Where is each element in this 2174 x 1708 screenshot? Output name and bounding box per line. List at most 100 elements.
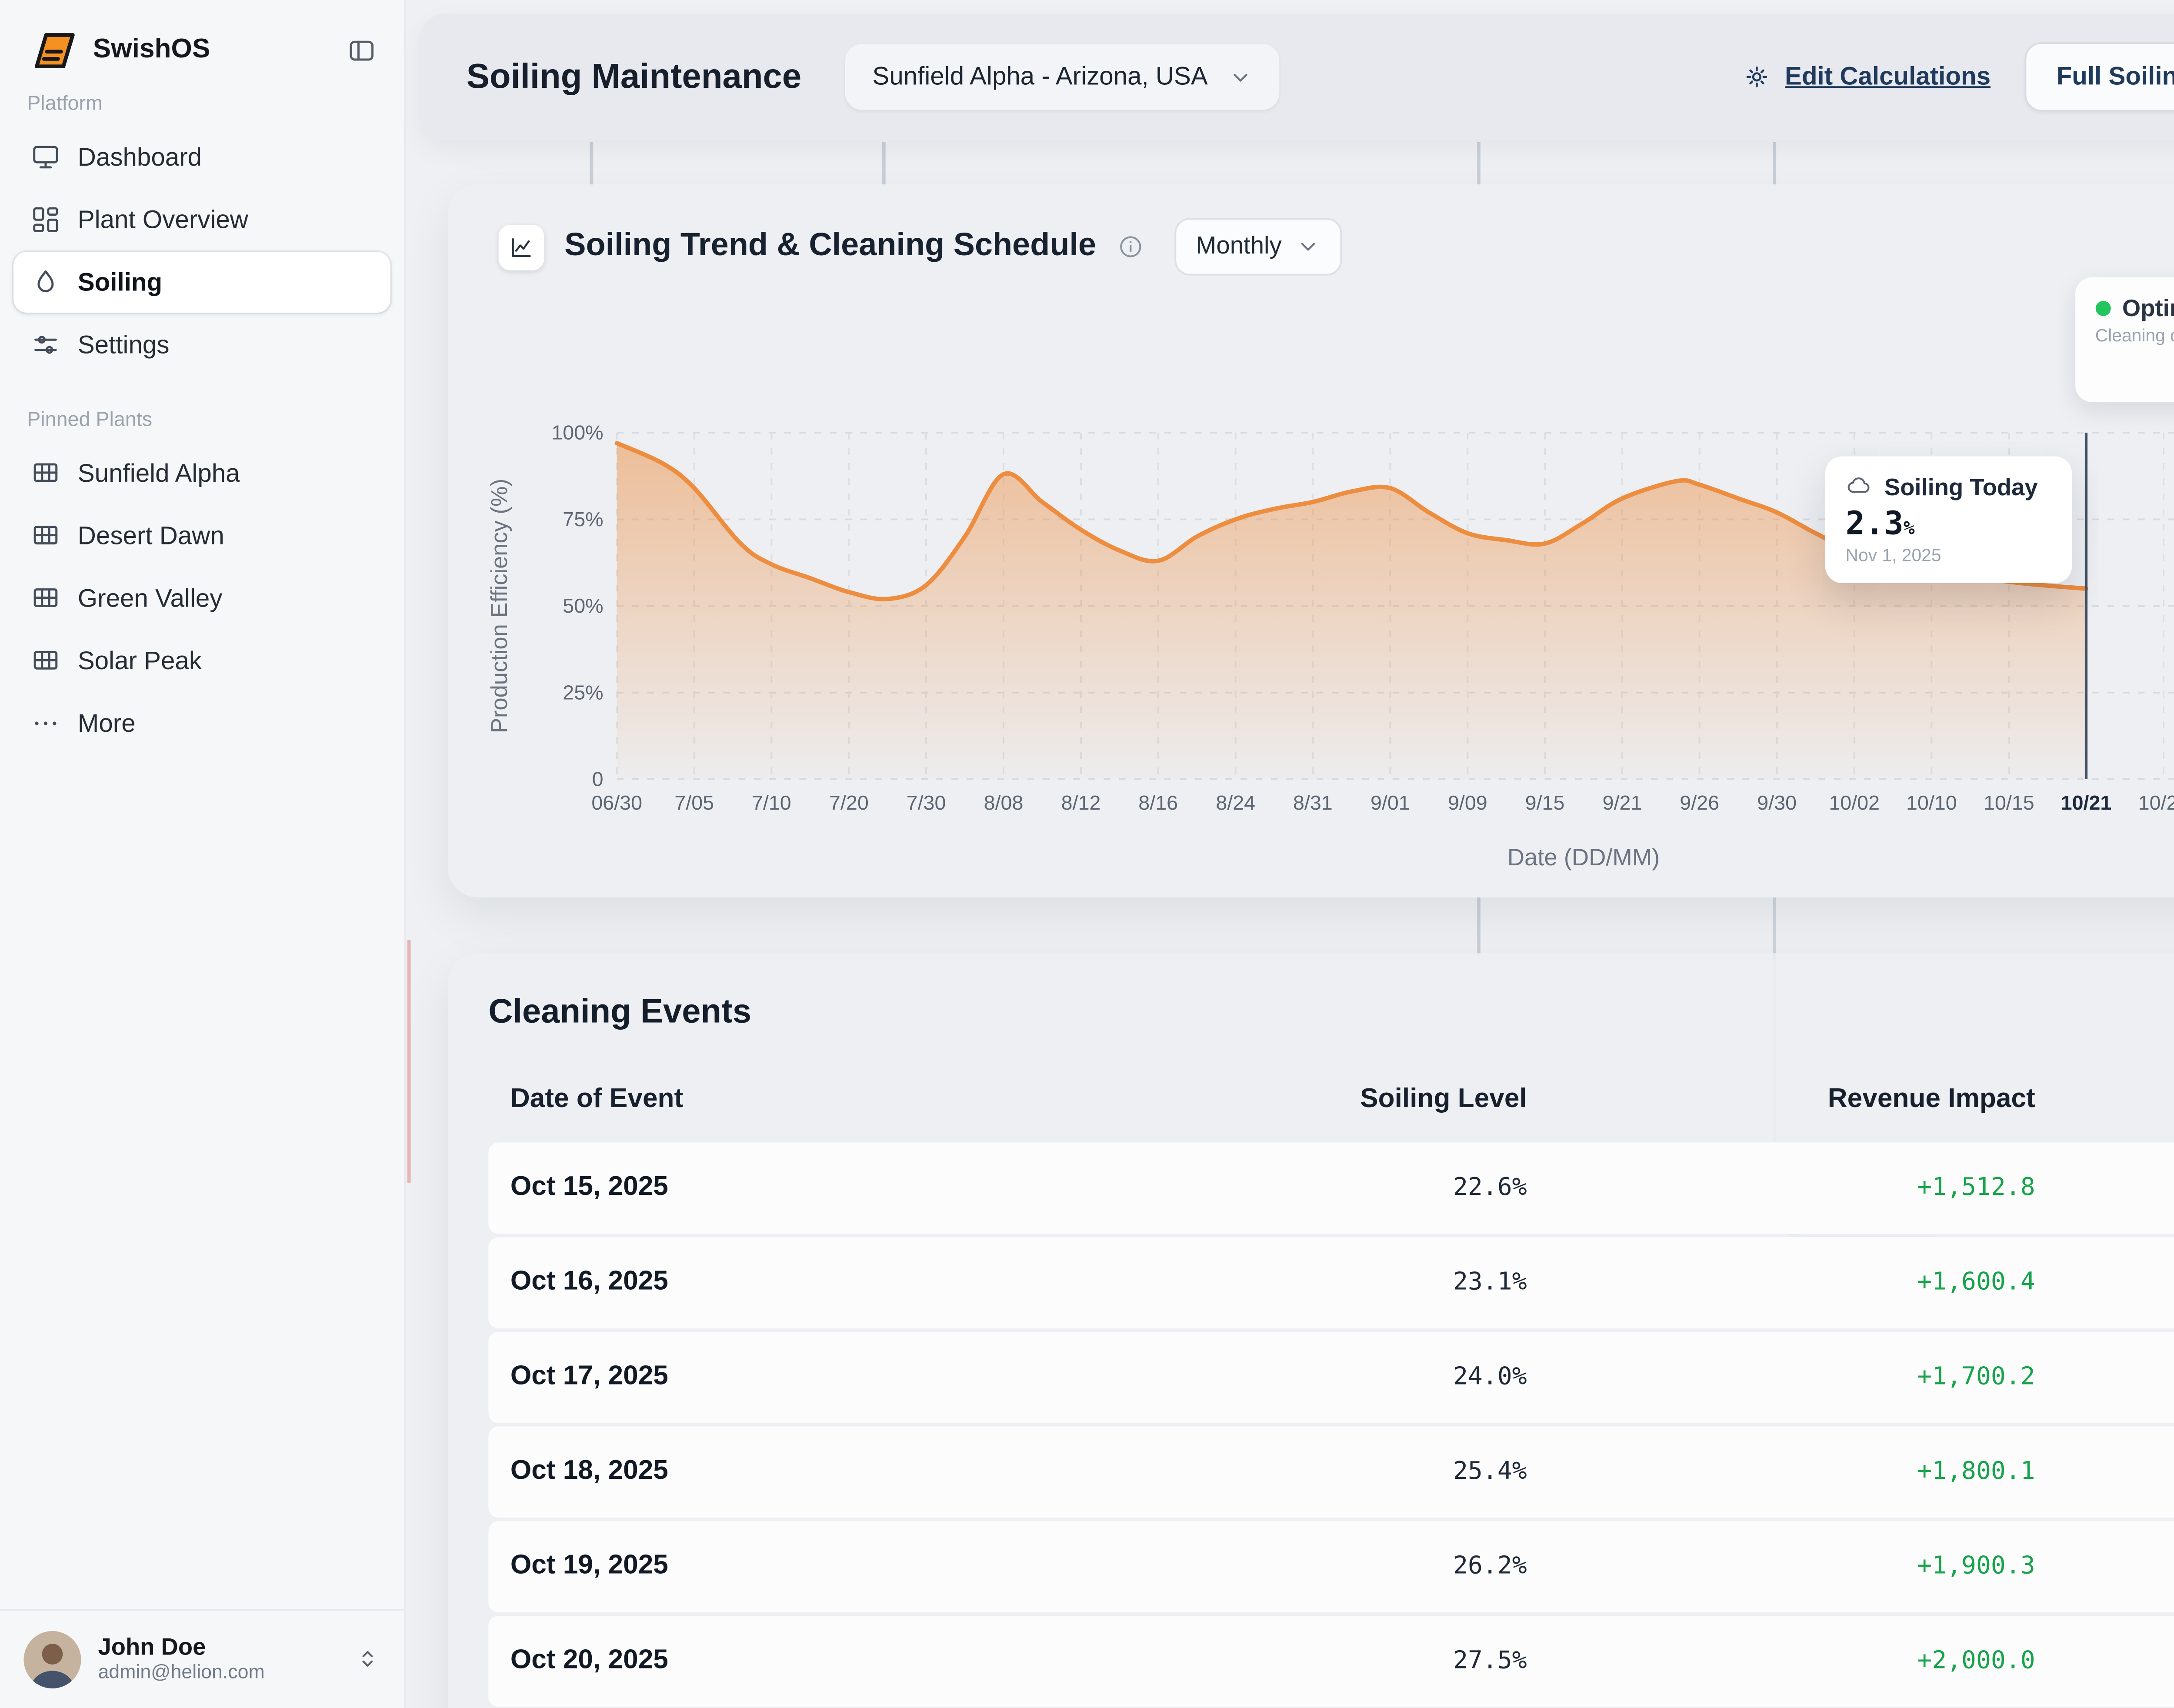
svg-text:7/10: 7/10 [752, 791, 791, 814]
cleaning-events-table: Date of Event Soiling Level Revenue Impa… [488, 1065, 2174, 1707]
solar-panel-icon [30, 646, 61, 676]
sidebar-plant-sunfield-alpha[interactable]: Sunfield Alpha [13, 443, 390, 504]
svg-text:8/24: 8/24 [1216, 791, 1255, 814]
column-cleaning-effectiveness: Cleaning Effectiveness [2035, 1085, 2174, 1115]
event-revenue-impact: +1,800.1 [1527, 1458, 2035, 1485]
sidebar-item-dashboard[interactable]: Dashboard [13, 127, 390, 188]
event-revenue-impact: +1,900.3 [1527, 1553, 2035, 1580]
user-avatar [23, 1630, 81, 1688]
sidebar: SwishOS Platform DashboardPlant Overview… [0, 0, 406, 1708]
plant-selector-dropdown[interactable]: Sunfield Alpha - Arizona, USA [845, 44, 1279, 110]
sidebar-item-settings[interactable]: Settings [13, 314, 390, 375]
cleaning-event-row[interactable]: Oct 17, 202524.0%+1,700.297% [488, 1332, 2174, 1423]
page-title: Soiling Maintenance [467, 57, 801, 97]
event-soiling-level: 25.4% [1222, 1458, 1527, 1485]
svg-text:9/15: 9/15 [1525, 791, 1565, 814]
event-date: Oct 17, 2025 [510, 1362, 1222, 1393]
sidebar-item-soiling[interactable]: Soiling [13, 252, 390, 313]
svg-text:10/15: 10/15 [1984, 791, 2034, 814]
svg-text:10/10: 10/10 [1906, 791, 1957, 814]
plant-item-label: Desert Dawn [78, 521, 224, 550]
cleaning-event-row[interactable]: Oct 16, 202523.1%+1,600.498% [488, 1237, 2174, 1328]
edit-calculations-link[interactable]: Edit Calculations [1743, 63, 1991, 91]
svg-text:10/21: 10/21 [2061, 791, 2112, 814]
cleaning-event-row[interactable]: Oct 20, 202527.5%+2,000.094% [488, 1616, 2174, 1707]
dashboard-icon [30, 142, 61, 172]
chart-header: Soiling Trend & Cleaning Schedule Monthl… [499, 218, 1343, 275]
sidebar-plant-solar-peak[interactable]: Solar Peak [13, 630, 390, 691]
user-email: admin@helion.com [98, 1661, 264, 1686]
optimized-cost-dot [2095, 300, 2111, 315]
svg-text:50%: 50% [563, 594, 603, 617]
cleaning-event-row[interactable]: Oct 19, 202526.2%+1,900.395% [488, 1521, 2174, 1612]
optimized-cost-subtitle: Cleaning on: 10/31/25 [2095, 326, 2174, 347]
event-soiling-level: 23.1% [1222, 1269, 1527, 1296]
svg-text:9/09: 9/09 [1448, 791, 1487, 814]
chevrons-up-down-icon [355, 1646, 380, 1671]
cleaning-event-row[interactable]: Oct 15, 202522.6%+1,512.899% [488, 1143, 2174, 1234]
svg-text:9/26: 9/26 [1680, 791, 1719, 814]
sidebar-plant-green-valley[interactable]: Green Valley [13, 568, 390, 629]
event-soiling-level: 27.5% [1222, 1648, 1527, 1675]
sidebar-header: SwishOS [0, 0, 404, 73]
svg-text:8/16: 8/16 [1138, 791, 1178, 814]
user-name: John Doe [98, 1632, 264, 1661]
period-value: Monthly [1196, 233, 1281, 260]
tooltip-value: 2.3 [1845, 505, 1903, 543]
pinned-plants-nav: Sunfield Alpha Desert Dawn Green Valley Sol… [0, 443, 404, 693]
sidebar-collapse-button[interactable] [343, 32, 380, 70]
sidebar-item-plant-overview[interactable]: Plant Overview [13, 189, 390, 250]
event-date: Oct 18, 2025 [510, 1457, 1222, 1488]
svg-text:Date (DD/MM): Date (DD/MM) [1507, 844, 1660, 871]
event-cleaning-effectiveness: 97% [2035, 1364, 2174, 1391]
svg-text:Production Efficiency (%): Production Efficiency (%) [487, 479, 512, 733]
plant-item-label: Green Valley [78, 584, 223, 613]
svg-text:9/21: 9/21 [1603, 791, 1642, 814]
more-icon [30, 708, 61, 739]
svg-text:0: 0 [592, 767, 604, 790]
svg-text:8/31: 8/31 [1293, 791, 1333, 814]
period-dropdown[interactable]: Monthly [1174, 218, 1343, 275]
sidebar-item-label: Soiling [78, 268, 162, 297]
svg-text:10/27: 10/27 [2138, 791, 2174, 814]
svg-text:10/02: 10/02 [1829, 791, 1880, 814]
app-window: SwishOS Platform DashboardPlant Overview… [0, 0, 2174, 1708]
plant-overview-icon [30, 204, 61, 235]
event-cleaning-effectiveness: 95% [2035, 1553, 2174, 1580]
gear-icon [1743, 63, 1771, 91]
sidebar-item-more[interactable]: More [13, 693, 390, 754]
event-cleaning-effectiveness: 99% [2035, 1174, 2174, 1201]
pinned-plants-label: Pinned Plants [27, 407, 377, 431]
main-content: Soiling Maintenance Sunfield Alpha - Ari… [406, 0, 2174, 1708]
user-meta: John Doe admin@helion.com [98, 1632, 264, 1686]
chart-title: Soiling Trend & Cleaning Schedule [564, 228, 1096, 266]
svg-text:06/30: 06/30 [591, 791, 642, 814]
cleaning-event-row[interactable]: Oct 18, 202525.4%+1,800.196% [488, 1427, 2174, 1518]
svg-text:100%: 100% [551, 421, 603, 444]
line-chart-icon [499, 224, 544, 270]
info-icon[interactable] [1117, 233, 1144, 260]
sidebar-plant-desert-dawn[interactable]: Desert Dawn [13, 505, 390, 566]
event-revenue-impact: +1,512.8 [1527, 1174, 2035, 1201]
svg-text:8/12: 8/12 [1061, 791, 1101, 814]
svg-text:7/05: 7/05 [674, 791, 714, 814]
event-date: Oct 20, 2025 [510, 1646, 1222, 1677]
svg-text:9/01: 9/01 [1370, 791, 1410, 814]
platform-section-label: Platform [27, 91, 377, 115]
settings-icon [30, 330, 61, 360]
event-cleaning-effectiveness: 94% [2035, 1648, 2174, 1675]
plant-item-label: Solar Peak [78, 647, 202, 675]
event-revenue-impact: +1,700.2 [1527, 1364, 2035, 1391]
cloud-icon [1845, 473, 1872, 500]
cost-cards: Optimized Cost Cleaning on: 10/31/25 588… [2075, 277, 2174, 402]
optimized-cost-card[interactable]: Optimized Cost Cleaning on: 10/31/25 588… [2075, 277, 2174, 402]
full-soiling-report-button[interactable]: Full Soiling Report [2024, 42, 2174, 111]
cleaning-events-header: Cleaning Events Edit Add Event [448, 953, 2174, 1054]
column-date-of-event: Date of Event [510, 1085, 1222, 1115]
chevron-down-icon [1297, 235, 1320, 258]
plant-item-label: Sunfield Alpha [78, 459, 240, 487]
event-cleaning-effectiveness: 96% [2035, 1458, 2174, 1485]
user-menu[interactable]: John Doe admin@helion.com [0, 1608, 404, 1708]
plant-selector-value: Sunfield Alpha - Arizona, USA [872, 63, 1207, 91]
cleaning-events-title: Cleaning Events [488, 994, 751, 1032]
